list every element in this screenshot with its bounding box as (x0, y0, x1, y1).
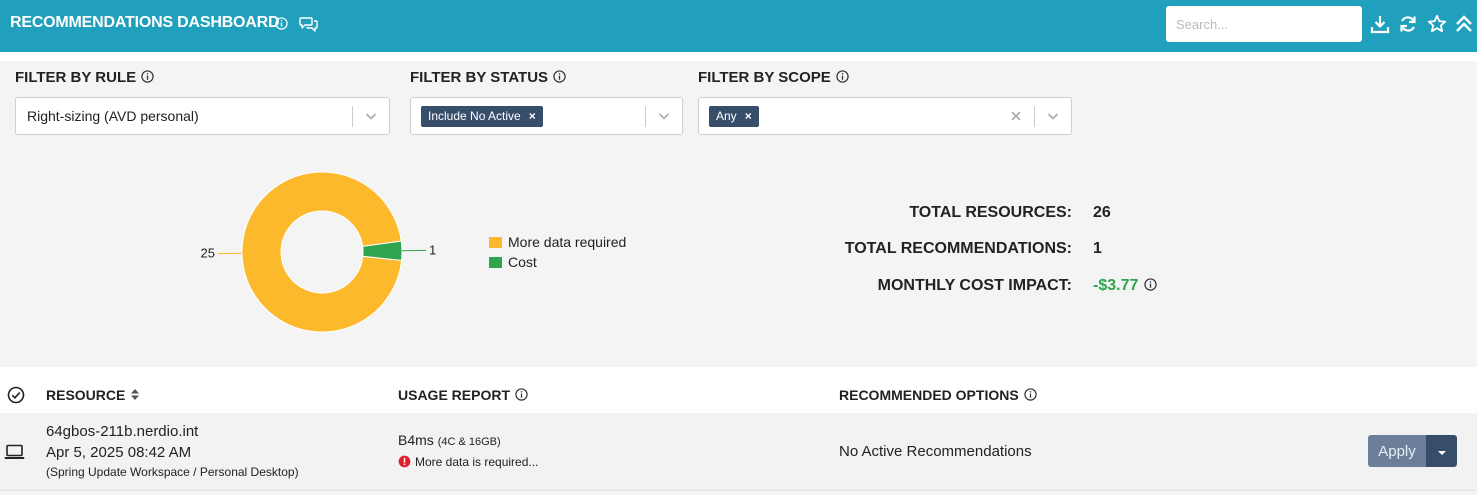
collapse-icon[interactable] (1454, 14, 1474, 34)
resource-name[interactable]: 64gbos-211b.nerdio.int (46, 423, 198, 440)
legend-swatch (489, 237, 502, 248)
apply-options-button[interactable] (1426, 435, 1457, 467)
download-icon[interactable] (1370, 14, 1390, 34)
filter-status-label: FILTER BY STATUS (410, 69, 566, 86)
sort-icon[interactable] (130, 388, 140, 401)
divider (1034, 106, 1035, 127)
slice-value-label: 1 (429, 242, 436, 257)
filter-scope-label: FILTER BY SCOPE (698, 69, 849, 86)
resource-date: Apr 5, 2025 08:42 AM (46, 444, 192, 461)
monthly-cost-value: -$3.77 (1093, 277, 1158, 295)
vm-size: B4ms (4C & 16GB) (398, 432, 501, 448)
info-icon[interactable] (275, 17, 288, 30)
header-divider (0, 52, 1477, 61)
donut-chart: 25 1 (201, 171, 436, 333)
error-icon (398, 455, 411, 468)
top-bar: RECOMMENDATIONS DASHBOARD (0, 0, 1477, 52)
filter-rule-value: Right-sizing (AVD personal) (27, 108, 199, 124)
slice-value-label: 25 (201, 246, 215, 261)
info-icon[interactable] (141, 70, 154, 83)
chat-icon[interactable] (299, 14, 319, 34)
laptop-icon (4, 444, 25, 459)
filter-status-select[interactable]: Include No Active × (410, 97, 683, 135)
remove-tag-icon[interactable]: × (745, 109, 752, 123)
total-resources-label: TOTAL RESOURCES: (909, 204, 1072, 221)
chevron-down-icon[interactable] (365, 110, 377, 122)
column-resource[interactable]: RESOURCE (46, 387, 140, 403)
page-title: RECOMMENDATIONS DASHBOARD (10, 14, 280, 31)
legend-swatch (489, 257, 502, 268)
scope-tag: Any × (709, 106, 759, 127)
chevron-down-icon[interactable] (1047, 110, 1059, 122)
total-resources-value: 26 (1093, 204, 1111, 221)
legend-item: Cost (489, 254, 626, 274)
info-icon[interactable] (1024, 388, 1037, 401)
chevron-down-icon[interactable] (658, 110, 670, 122)
select-all-checkbox-icon[interactable] (7, 386, 25, 404)
legend-item: More data required (489, 234, 626, 254)
clear-icon[interactable] (1009, 109, 1023, 123)
divider (352, 106, 353, 127)
table-row[interactable]: 64gbos-211b.nerdio.int Apr 5, 2025 08:42… (0, 413, 1477, 491)
remove-tag-icon[interactable]: × (529, 109, 536, 123)
star-icon[interactable] (1427, 14, 1447, 34)
filter-scope-select[interactable]: Any × (698, 97, 1072, 135)
usage-note: More data is required... (398, 455, 538, 469)
apply-button[interactable]: Apply (1368, 435, 1426, 467)
monthly-cost-label: MONTHLY COST IMPACT: (877, 277, 1072, 294)
divider (645, 106, 646, 127)
info-icon[interactable] (515, 388, 528, 401)
filter-rule-select[interactable]: Right-sizing (AVD personal) (15, 97, 390, 135)
info-icon[interactable] (553, 70, 566, 83)
total-recommendations-value: 1 (1093, 240, 1102, 257)
table-header: RESOURCE USAGE REPORT RECOMMENDED OPTION… (0, 367, 1477, 413)
caret-down-icon (1437, 450, 1446, 455)
resource-path: (Spring Update Workspace / Personal Desk… (46, 465, 299, 479)
refresh-icon[interactable] (1398, 14, 1418, 34)
column-usage-report: USAGE REPORT (398, 387, 528, 403)
info-icon[interactable] (836, 70, 849, 83)
status-tag: Include No Active × (421, 106, 543, 127)
search-input[interactable] (1166, 6, 1362, 42)
chart-legend: More data required Cost (489, 234, 626, 274)
info-icon[interactable] (1144, 278, 1158, 291)
filter-rule-label: FILTER BY RULE (15, 69, 154, 86)
column-recommended-options: RECOMMENDED OPTIONS (839, 387, 1037, 403)
recommendation-text: No Active Recommendations (839, 443, 1032, 460)
total-recommendations-label: TOTAL RECOMMENDATIONS: (844, 240, 1072, 257)
